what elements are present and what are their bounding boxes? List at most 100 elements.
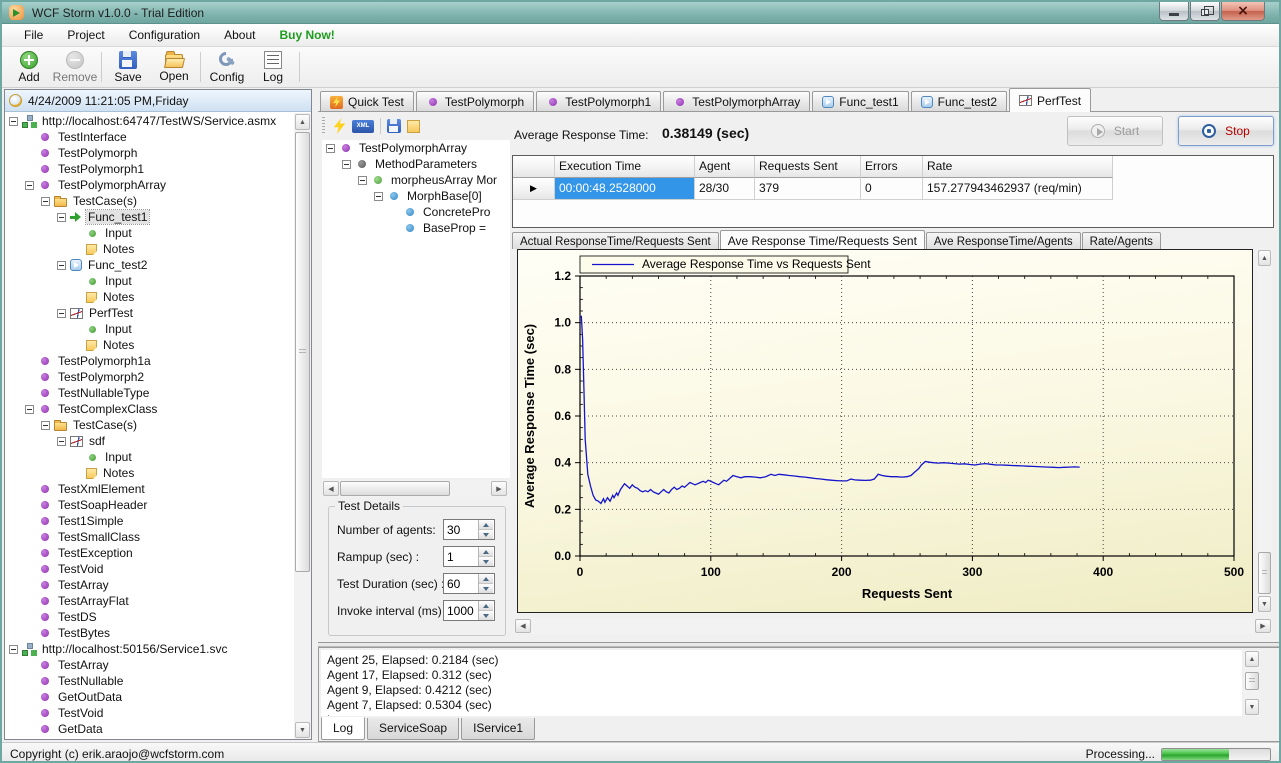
tree-item-testsoapheader[interactable]: TestSoapHeader — [5, 497, 294, 513]
log-output[interactable]: Agent 25, Elapsed: 0.2184 (sec)Agent 17,… — [321, 650, 1242, 716]
title-bar[interactable]: WCF Storm v1.0.0 - Trial Edition × — [2, 2, 1279, 24]
log-tab-log[interactable]: Log — [321, 717, 365, 740]
expander-icon[interactable] — [9, 117, 18, 126]
expander-icon[interactable] — [57, 437, 66, 446]
tree-item-testpolymorph1a[interactable]: TestPolymorph1a — [5, 353, 294, 369]
grid-cell[interactable]: 0 — [861, 178, 923, 200]
spinner-input[interactable] — [444, 574, 478, 593]
scroll-left-icon[interactable]: ◀ — [323, 481, 339, 496]
restore-button[interactable] — [1190, 2, 1220, 21]
expander-icon[interactable] — [25, 181, 34, 190]
scrollbar-thumb[interactable] — [1245, 672, 1259, 690]
tab-perftest[interactable]: PerfTest — [1009, 88, 1091, 112]
scroll-down-icon[interactable]: ▼ — [1245, 699, 1259, 715]
tree-item-input[interactable]: Input — [5, 273, 294, 289]
tree-item-func-test1[interactable]: Func_test1 — [5, 209, 294, 225]
menu-item-about[interactable]: About — [212, 25, 267, 45]
log-tab-iservice1[interactable]: IService1 — [461, 718, 535, 740]
scrollbar-thumb[interactable] — [340, 481, 450, 496]
expander-icon[interactable] — [374, 192, 383, 201]
expander-icon[interactable] — [342, 160, 351, 169]
save-button[interactable]: Save — [105, 48, 151, 86]
tree-item-methodparameters[interactable]: MethodParameters — [322, 156, 510, 172]
scrollbar-thumb[interactable] — [1258, 552, 1271, 594]
tree-item-testarray[interactable]: TestArray — [5, 657, 294, 673]
grid-row-header[interactable]: ▶ — [513, 178, 555, 200]
tab-func-test1[interactable]: Func_test1 — [812, 91, 908, 112]
tree-item-notes[interactable]: Notes — [5, 465, 294, 481]
tab-testpolymorph[interactable]: TestPolymorph — [416, 91, 534, 112]
tab-testpolymorpharray[interactable]: TestPolymorphArray — [663, 91, 810, 112]
tree-item-testsmallclass[interactable]: TestSmallClass — [5, 529, 294, 545]
scroll-up-icon[interactable]: ▲ — [295, 114, 310, 130]
tree-item-morpheusarray-mor[interactable]: morpheusArray Mor — [322, 172, 510, 188]
tree-item-notes[interactable]: Notes — [5, 337, 294, 353]
invoke-icon[interactable] — [333, 118, 346, 134]
tab-quick-test[interactable]: Quick Test — [320, 91, 414, 112]
chart-tab-actual-responsetime-requests-sent[interactable]: Actual ResponseTime/Requests Sent — [512, 232, 719, 249]
tree-item-concretepro[interactable]: ConcretePro — [322, 204, 510, 220]
tree-item-testpolymorph1[interactable]: TestPolymorph1 — [5, 161, 294, 177]
open-button[interactable]: Open — [151, 48, 197, 86]
tree-item-testpolymorph[interactable]: TestPolymorph — [5, 145, 294, 161]
notes-icon[interactable] — [407, 120, 420, 133]
tree-item-notes[interactable]: Notes — [5, 289, 294, 305]
tree-item-testcase-s[interactable]: TestCase(s) — [5, 417, 294, 433]
tree-item-getoutdata[interactable]: GetOutData — [5, 689, 294, 705]
grid-cell[interactable]: 379 — [755, 178, 861, 200]
log-scrollbar[interactable]: ▲ ▼ — [1244, 650, 1260, 716]
grid-cell[interactable]: 157.277943462937 (req/min) — [923, 178, 1113, 200]
menu-item-project[interactable]: Project — [55, 25, 116, 45]
xml-view-icon[interactable] — [352, 120, 374, 133]
expander-icon[interactable] — [41, 197, 50, 206]
tree-item-morphbase-0[interactable]: MorphBase[0] — [322, 188, 510, 204]
expander-icon[interactable] — [326, 144, 335, 153]
tree-item-testxmlelement[interactable]: TestXmlElement — [5, 481, 294, 497]
tree-item-input[interactable]: Input — [5, 321, 294, 337]
tree-item-testpolymorpharray[interactable]: TestPolymorphArray — [5, 177, 294, 193]
chart-tab-ave-responsetime-agents[interactable]: Ave ResponseTime/Agents — [926, 232, 1081, 249]
scroll-right-icon[interactable]: ▶ — [491, 481, 507, 496]
minimize-button[interactable] — [1159, 2, 1189, 21]
tree-item-test1simple[interactable]: Test1Simple — [5, 513, 294, 529]
spinner-input[interactable] — [444, 547, 478, 566]
menu-item-configuration[interactable]: Configuration — [117, 25, 212, 45]
tree-item-testvoid[interactable]: TestVoid — [5, 705, 294, 721]
expander-icon[interactable] — [57, 213, 66, 222]
scrollbar-thumb[interactable] — [295, 132, 310, 572]
tree-item-input[interactable]: Input — [5, 225, 294, 241]
scroll-down-icon[interactable]: ▼ — [295, 722, 310, 738]
spin-down-button[interactable] — [479, 530, 493, 539]
expander-icon[interactable] — [9, 645, 18, 654]
scroll-up-icon[interactable]: ▲ — [1245, 651, 1259, 667]
tree-item-testinterface[interactable]: TestInterface — [5, 129, 294, 145]
tree-item-baseprop[interactable]: BaseProp = — [322, 220, 510, 236]
tree-item-input[interactable]: Input — [5, 449, 294, 465]
parameters-hscrollbar[interactable]: ◀ ▶ — [322, 480, 508, 497]
tree-item-testnullabletype[interactable]: TestNullableType — [5, 385, 294, 401]
tree-item-http-localhost-50156-service1-svc[interactable]: http://localhost:50156/Service1.svc — [5, 641, 294, 657]
scroll-up-icon[interactable]: ▲ — [1258, 250, 1271, 266]
chart-vscrollbar[interactable]: ▲ ▼ — [1257, 249, 1272, 613]
stop-button[interactable]: Stop — [1178, 116, 1274, 146]
toolbar-grip[interactable] — [322, 117, 325, 135]
tree-item-testarrayflat[interactable]: TestArrayFlat — [5, 593, 294, 609]
tree-item-testnullable[interactable]: TestNullable — [5, 673, 294, 689]
tree-item-testexception[interactable]: TestException — [5, 545, 294, 561]
spin-down-button[interactable] — [479, 611, 493, 620]
tree-item-testbytes[interactable]: TestBytes — [5, 625, 294, 641]
tree-item-notes[interactable]: Notes — [5, 241, 294, 257]
service-tree-scrollbar[interactable]: ▲ ▼ — [294, 113, 311, 739]
grid-column-header-rate[interactable]: Rate — [923, 156, 1113, 178]
spin-up-button[interactable] — [479, 601, 493, 611]
tab-testpolymorph1[interactable]: TestPolymorph1 — [536, 91, 661, 112]
tree-item-testcase-s[interactable]: TestCase(s) — [5, 193, 294, 209]
spinner-input[interactable] — [444, 601, 478, 620]
tree-item-testarray[interactable]: TestArray — [5, 577, 294, 593]
grid-column-header-agent[interactable]: Agent — [695, 156, 755, 178]
tree-item-func-test2[interactable]: Func_test2 — [5, 257, 294, 273]
tree-item-testcomplexclass[interactable]: TestComplexClass — [5, 401, 294, 417]
grid-column-header-errors[interactable]: Errors — [861, 156, 923, 178]
add-button[interactable]: Add — [6, 48, 52, 86]
tab-func-test2[interactable]: Func_test2 — [911, 91, 1007, 112]
